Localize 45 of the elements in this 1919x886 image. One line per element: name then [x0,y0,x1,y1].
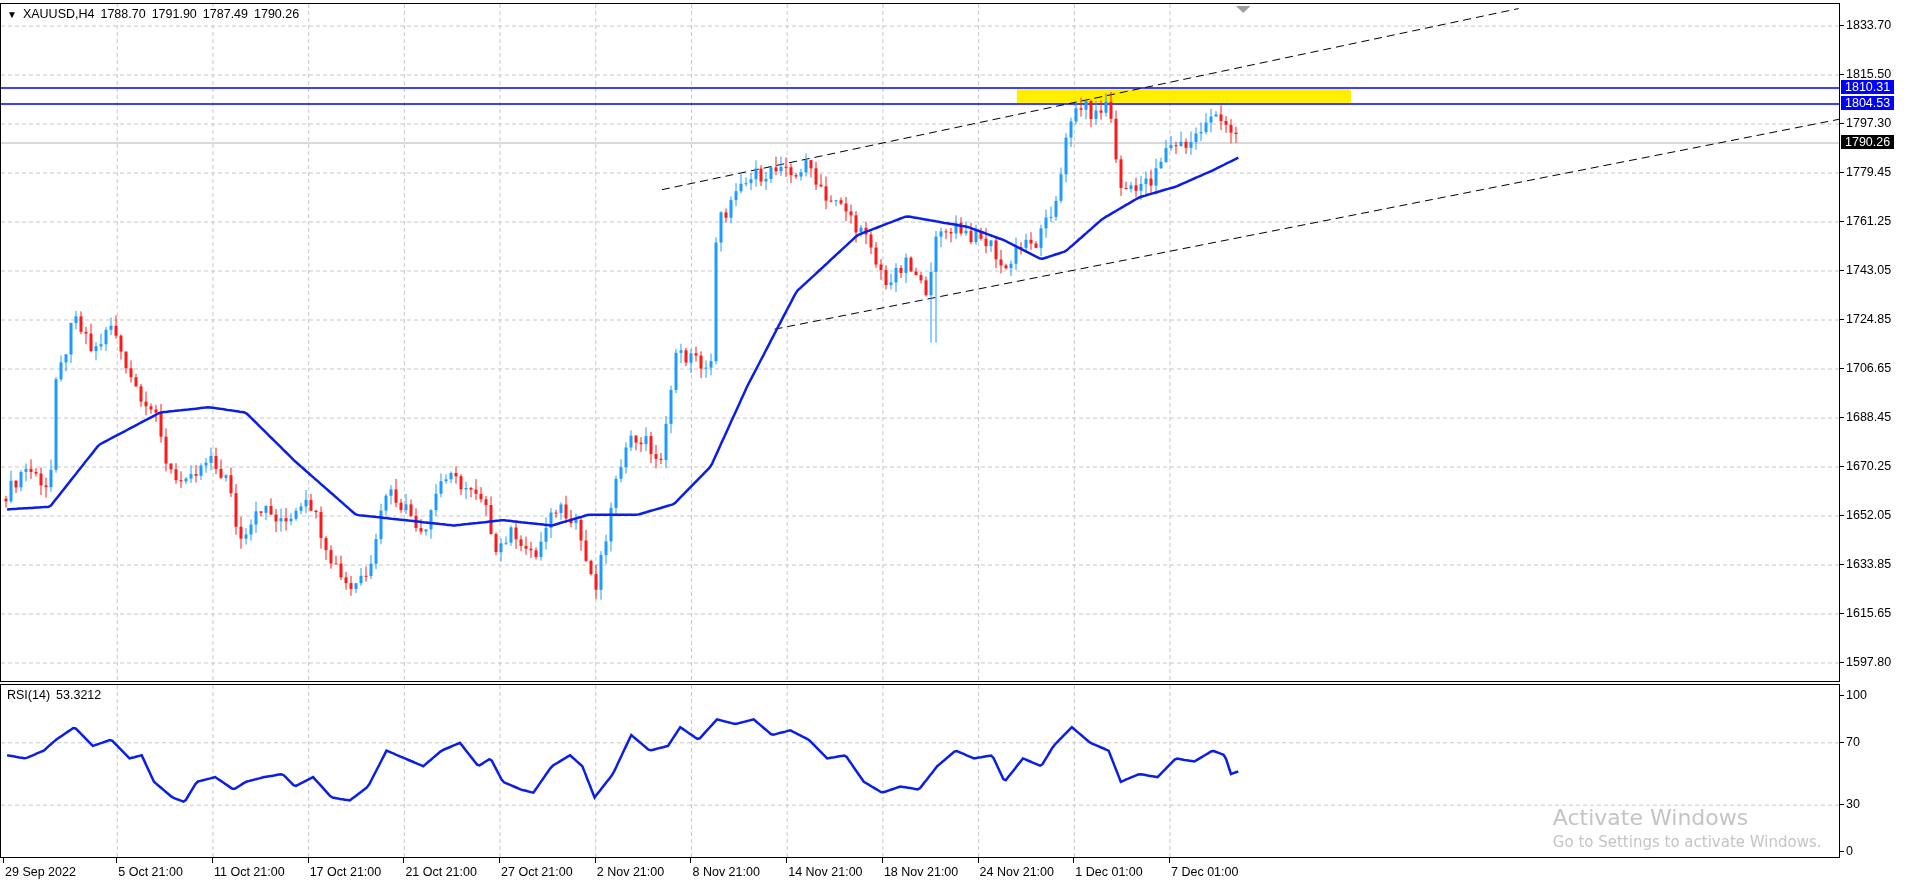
time-axis-label: 29 Sep 2022 [5,865,76,879]
symbol-label: XAUUSD,H4 [22,7,95,21]
time-axis-label: 24 Nov 21:00 [979,865,1054,879]
price-axis-label: 1724.85 [1846,312,1892,326]
price-axis-label: 1670.25 [1846,459,1892,473]
price-axis-label: 1797.30 [1846,116,1892,130]
price-axis-label: 1597.80 [1846,655,1892,669]
time-axis-label: 27 Oct 21:00 [501,865,573,879]
price-tag: 1790.26 [1841,135,1895,149]
price-axis-label: 1633.85 [1846,557,1892,571]
price-tag: 1804.53 [1841,96,1895,110]
rsi-axis-label: 100 [1846,688,1867,702]
ohlc-value: 1788.70 [100,7,146,21]
time-axis-label: 21 Oct 21:00 [405,865,477,879]
time-axis-label: 5 Oct 21:00 [118,865,183,879]
time-axis-label: 11 Oct 21:00 [213,865,285,879]
ohlc-value: 1791.90 [151,7,197,21]
price-axis-label: 1761.25 [1846,214,1892,228]
time-axis-label: 7 Dec 01:00 [1171,865,1239,879]
price-axis-label: 1833.70 [1846,18,1892,32]
indicator-label: RSI(14) [7,688,51,702]
price-axis-label: 1779.45 [1846,165,1892,179]
time-axis-label: 1 Dec 01:00 [1075,865,1143,879]
activation-title: Activate Windows [1552,805,1750,830]
price-axis-label: 1815.50 [1846,67,1892,81]
rsi-axis-label: 30 [1846,797,1860,812]
symbol-menu-arrow[interactable]: ▼ [7,8,17,20]
rsi-axis-label: 0 [1846,844,1853,858]
activation-message: Go to Settings to activate Windows. [1552,833,1822,851]
chart-shift-icon[interactable] [1235,6,1251,13]
price-axis-label: 1652.05 [1846,508,1892,522]
time-axis-label: 2 Nov 21:00 [596,865,665,879]
price-axis-label: 1743.05 [1846,263,1892,277]
time-axis-label: 14 Nov 21:00 [788,865,863,879]
price-axis-label: 1615.65 [1846,606,1892,620]
time-axis-label: 8 Nov 21:00 [692,865,760,879]
time-axis-label: 18 Nov 21:00 [883,865,959,879]
price-axis-label: 1706.65 [1846,361,1892,375]
price-tag: 1810.31 [1841,80,1895,94]
time-axis-label: 17 Oct 21:00 [309,865,382,879]
ohlc-value: 1787.49 [202,7,248,21]
ohlc-value: 1790.26 [254,7,300,21]
rsi-axis-label: 70 [1846,734,1860,749]
price-axis-label: 1688.45 [1846,410,1892,424]
indicator-value: 53.3212 [56,688,102,702]
